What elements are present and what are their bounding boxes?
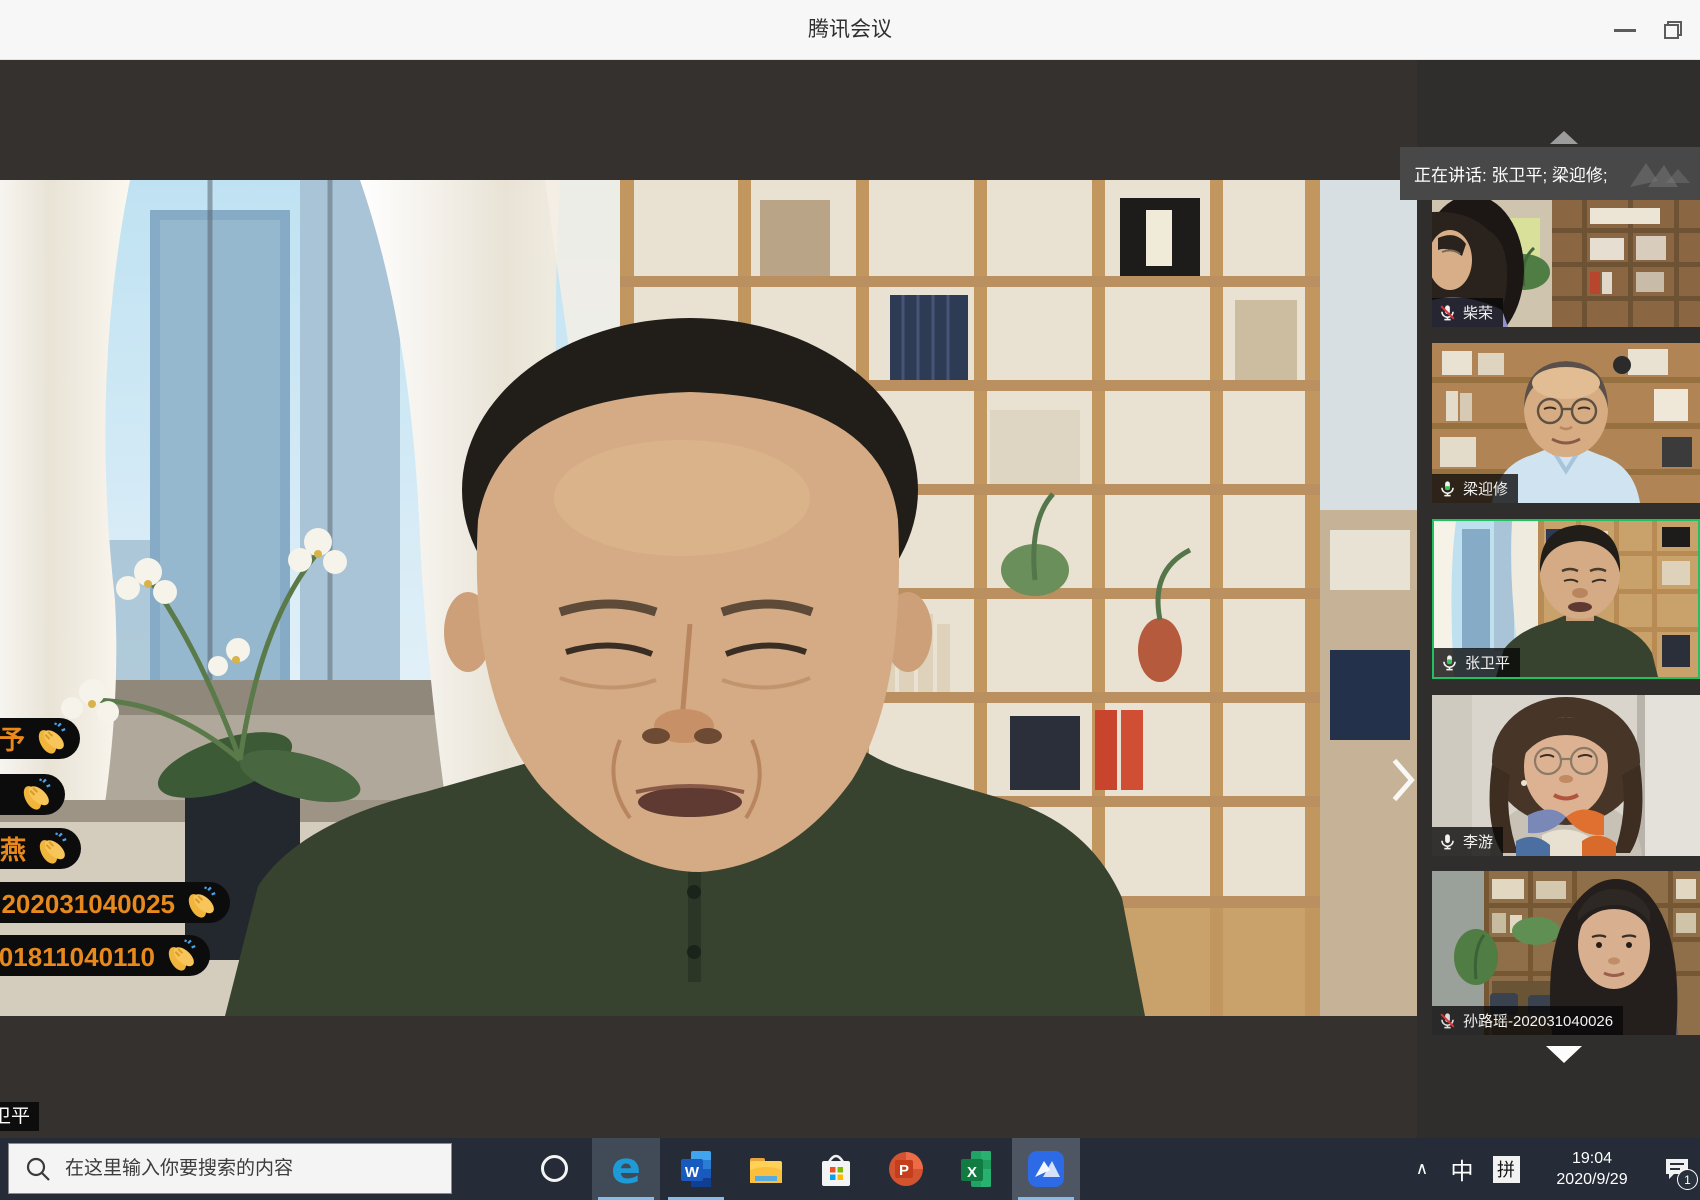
reaction-sender: 飞201811040110 [0,937,155,974]
participant-tile[interactable]: 柴荣 [1432,200,1700,327]
participant-label: 梁迎修 [1432,474,1518,503]
participant-name: 柴荣 [1463,302,1493,323]
participant-name: 梁迎修 [1463,478,1508,499]
restore-button[interactable] [1650,0,1696,60]
mic-on-icon [1438,832,1457,851]
scroll-up-arrow[interactable] [1550,131,1578,144]
taskbar-search[interactable] [8,1143,452,1194]
reaction-bubble [0,774,65,815]
next-page-chevron[interactable] [1390,758,1416,802]
tray-time: 19:04 [1572,1148,1612,1169]
participant-name: 李游 [1463,831,1493,852]
minimize-button[interactable] [1602,0,1648,60]
search-input[interactable] [65,1158,415,1180]
participant-tile[interactable]: 梁迎修 [1432,343,1700,503]
participant-label: 柴荣 [1432,298,1503,327]
reaction-bubble: 予 [0,718,80,759]
edge-icon: e [611,1147,641,1191]
reaction-sender: 拉毛 202031040025 [0,884,175,921]
main-speaker-name-label: 卫平 [0,1102,39,1131]
reaction-bubble: 燕 [0,828,81,869]
taskbar-app-tencent-meeting[interactable] [1012,1138,1080,1200]
cortana-button[interactable] [541,1155,568,1182]
tencent-meeting-icon [1023,1146,1069,1192]
reaction-sender: 予 [0,720,25,757]
clap-emoji-icon [164,939,198,973]
participant-name: 孙路瑶-202031040026 [1463,1010,1613,1031]
ime-mode-label: 拼 [1493,1156,1520,1183]
clap-emoji-icon [35,832,69,866]
clap-emoji-icon [19,778,53,812]
reaction-sender: 燕 [0,830,26,867]
file-explorer-icon [743,1146,789,1192]
notification-count-badge: 1 [1677,1169,1698,1190]
chevron-up-icon: ∧ [1416,1159,1428,1179]
tray-clock[interactable]: 19:04 2020/9/29 [1534,1138,1650,1200]
meeting-logo-watermark [1620,153,1698,197]
mic-muted-icon [1438,1011,1457,1030]
participant-tile[interactable]: 李游 [1432,695,1700,856]
participant-label: 李游 [1432,827,1503,856]
mic-speaking-icon [1440,653,1459,672]
tray-date: 2020/9/29 [1556,1169,1627,1190]
now-speaking-text: 正在讲话: 张卫平; 梁迎修; [1400,161,1608,186]
svg-text:X: X [967,1164,977,1181]
tray-ime-mode[interactable]: 拼 [1488,1138,1524,1200]
mic-muted-icon [1438,303,1457,322]
taskbar-app-powerpoint[interactable]: P [872,1138,940,1200]
reaction-bubble: 飞201811040110 [0,935,210,976]
store-icon [813,1146,859,1192]
scroll-down-arrow[interactable] [1546,1046,1582,1063]
title-bar: 腾讯会议 [0,0,1700,60]
taskbar-app-edge[interactable]: e [592,1138,660,1200]
taskbar-app-excel[interactable]: X [942,1138,1010,1200]
search-icon [25,1156,51,1182]
mic-speaking-icon [1438,479,1457,498]
excel-icon: X [953,1146,999,1192]
windows-taskbar: e W [0,1138,1700,1200]
word-icon: W [673,1146,719,1192]
clap-emoji-icon [34,722,68,756]
taskbar-app-file-explorer[interactable] [732,1138,800,1200]
ime-language-label: 中 [1451,1152,1474,1186]
tray-action-center[interactable]: 1 [1654,1138,1700,1200]
tray-show-hidden-icons[interactable]: ∧ [1404,1138,1440,1200]
tray-ime-language[interactable]: 中 [1442,1138,1482,1200]
clap-emoji-icon [184,886,218,920]
taskbar-app-store[interactable] [802,1138,870,1200]
reaction-bubble: 拉毛 202031040025 [0,882,230,923]
powerpoint-icon: P [883,1146,929,1192]
participant-label: 孙路瑶-202031040026 [1432,1006,1623,1035]
participant-name: 张卫平 [1465,652,1510,673]
now-speaking-banner: 正在讲话: 张卫平; 梁迎修; [1400,147,1700,200]
participant-label: 张卫平 [1434,648,1520,677]
minimize-icon [1614,29,1636,32]
taskbar-app-word[interactable]: W [662,1138,730,1200]
svg-text:W: W [685,1164,700,1181]
meeting-window: 腾讯会议 [0,0,1700,1200]
restore-icon [1664,21,1682,39]
window-title: 腾讯会议 [0,0,1700,60]
participant-tile-active-speaker[interactable]: 张卫平 [1432,519,1700,679]
svg-text:P: P [899,1162,909,1179]
participant-tile[interactable]: 孙路瑶-202031040026 [1432,871,1700,1035]
